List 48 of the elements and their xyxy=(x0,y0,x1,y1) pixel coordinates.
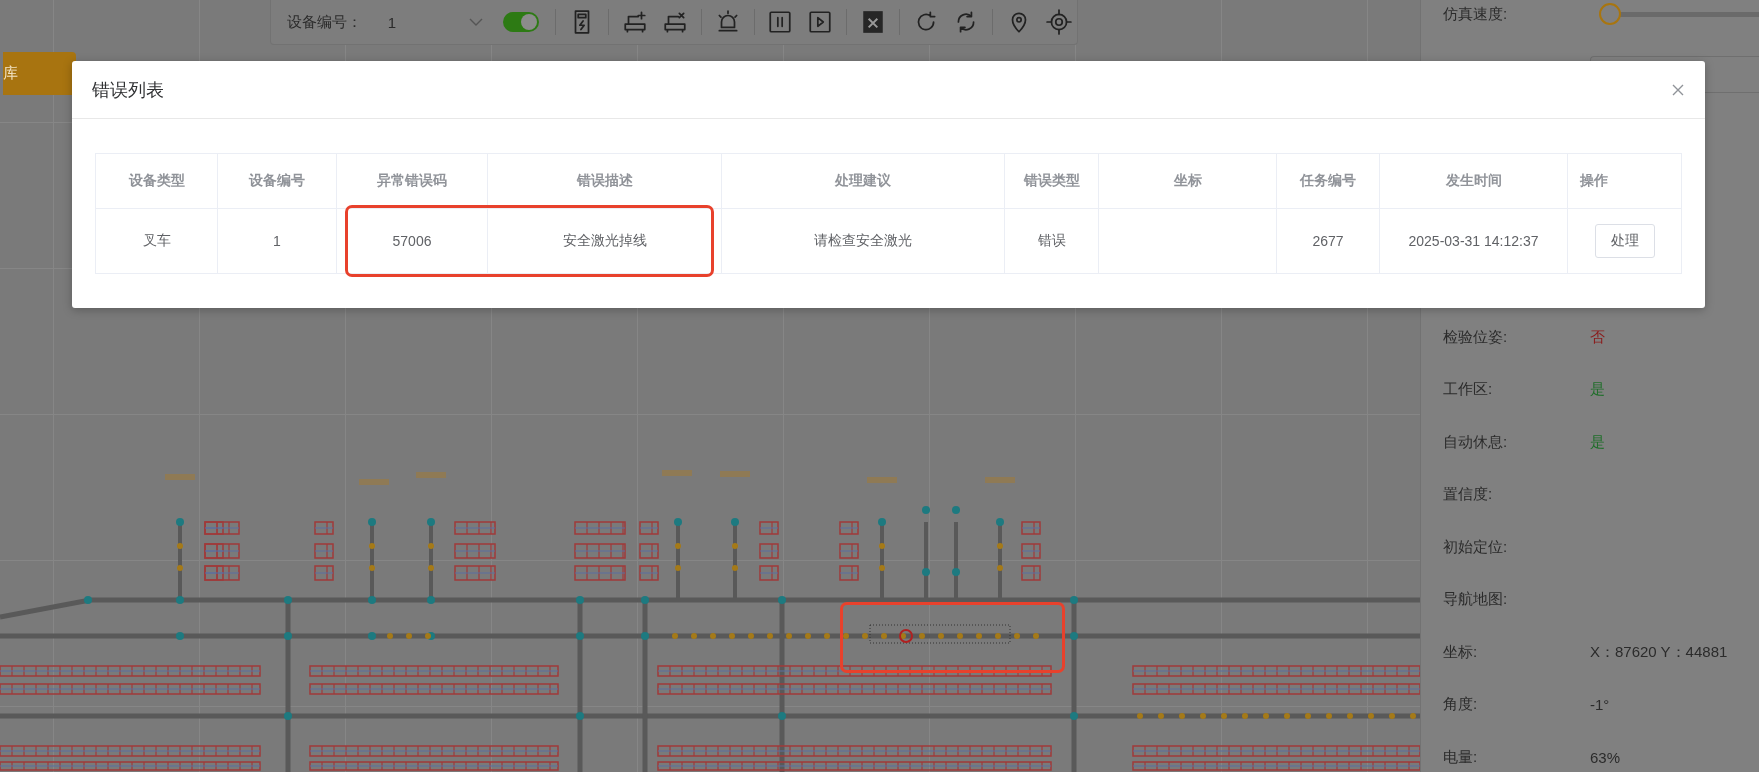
field-label: 电量: xyxy=(1443,747,1479,767)
close-button[interactable] xyxy=(1671,82,1685,97)
column-header: 发生时间 xyxy=(1379,153,1568,209)
handle-button[interactable]: 处理 xyxy=(1594,224,1655,258)
table-cell: 1 xyxy=(217,208,337,274)
field-label: 自动休息: xyxy=(1443,432,1509,452)
field-label: 初始定位: xyxy=(1443,537,1509,557)
field-label: 坐标: xyxy=(1443,642,1479,662)
table-cell: 2025-03-31 14:12:37 xyxy=(1379,208,1568,274)
table-cell: 错误 xyxy=(1004,208,1099,274)
column-header: 设备类型 xyxy=(95,153,218,209)
field-value: 是 xyxy=(1590,432,1605,452)
box-plus-icon xyxy=(621,9,648,35)
field-value: 63% xyxy=(1590,748,1621,766)
column-header: 坐标 xyxy=(1098,153,1277,209)
play-icon xyxy=(807,9,834,35)
close-icon xyxy=(1671,82,1685,97)
table-cell: 2677 xyxy=(1276,208,1380,274)
device-select[interactable]: 1 xyxy=(373,7,491,37)
field-label: 工作区: xyxy=(1443,380,1494,400)
column-header: 任务编号 xyxy=(1276,153,1380,209)
column-header: 设备编号 xyxy=(217,153,337,209)
column-header: 处理建议 xyxy=(721,153,1005,209)
column-header: 异常错误码 xyxy=(336,153,488,209)
field-label: 角度: xyxy=(1443,695,1479,715)
speed-slider[interactable] xyxy=(1598,2,1759,26)
target-button[interactable] xyxy=(1044,7,1074,37)
toggle-switch[interactable] xyxy=(502,12,539,32)
device-label: 设备编号： xyxy=(287,12,363,32)
target-icon xyxy=(1046,9,1072,35)
column-header: 错误类型 xyxy=(1004,153,1099,209)
table-cell: 请检查安全激光 xyxy=(721,208,1005,274)
column-header: 操作 xyxy=(1567,153,1682,209)
field-value: 是 xyxy=(1590,380,1605,400)
speed-label: 仿真速度: xyxy=(1443,4,1509,24)
table-cell: 叉车 xyxy=(95,208,218,274)
field-value: X：87620 Y：44881 xyxy=(1590,642,1728,662)
warehouse-tab[interactable]: 库 xyxy=(3,52,76,95)
column-header: 错误描述 xyxy=(487,153,722,209)
caret-icon xyxy=(468,17,483,27)
field-label: 导航地图: xyxy=(1443,590,1509,610)
field-value: -1° xyxy=(1590,696,1610,714)
field-label: 检验位姿: xyxy=(1443,327,1509,347)
field-label: 置信度: xyxy=(1443,485,1494,505)
pause-icon xyxy=(767,9,794,35)
dialog-title: 错误列表 xyxy=(92,78,164,102)
box-cross-icon xyxy=(661,9,688,35)
field-value: 否 xyxy=(1590,327,1605,347)
